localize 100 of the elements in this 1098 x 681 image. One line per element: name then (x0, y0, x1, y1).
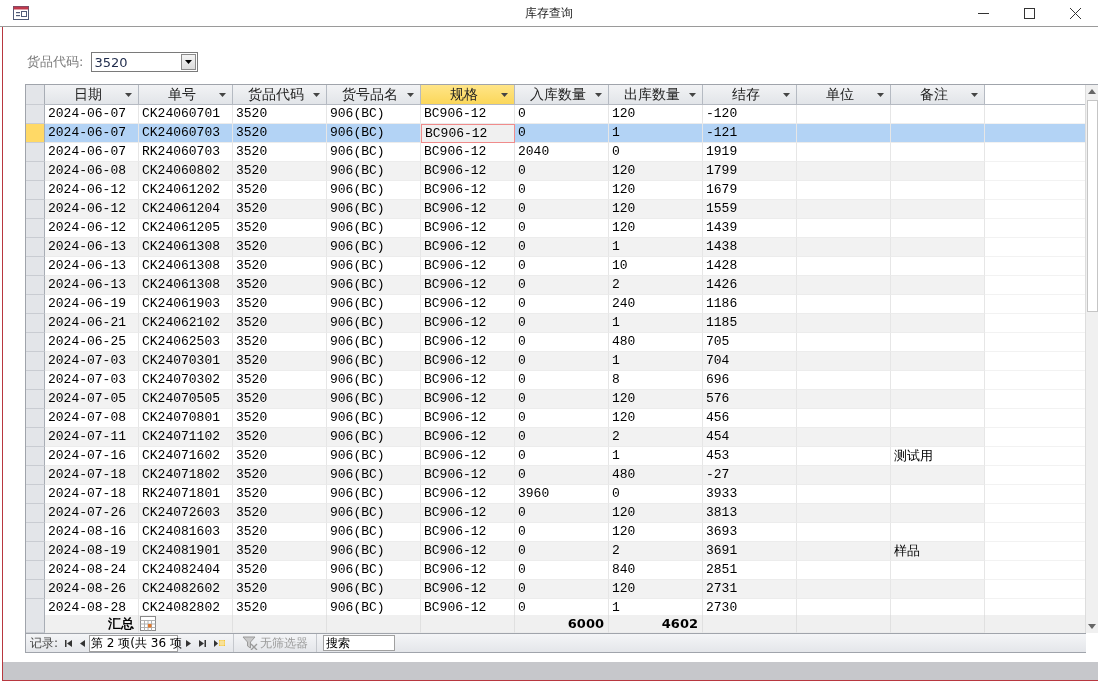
table-row[interactable]: 2024-06-12 CK24061204 3520 906(BC) BC906-12 0 120 1559 (26, 200, 1085, 219)
table-cell: CK24061204 (139, 200, 233, 219)
table-cell: 906(BC) (327, 276, 421, 295)
table-cell: 906(BC) (327, 504, 421, 523)
table-cell: 906(BC) (327, 162, 421, 181)
select-all-corner[interactable] (26, 85, 45, 105)
table-cell: BC906-12 (421, 428, 515, 447)
filter-arrow-icon[interactable] (125, 92, 132, 97)
table-cell: 0 (515, 162, 609, 181)
record-selector[interactable] (26, 200, 45, 219)
column-header[interactable]: 日期 (45, 85, 139, 105)
record-selector[interactable] (26, 162, 45, 181)
filter-arrow-icon[interactable] (313, 92, 320, 97)
table-cell: -27 (703, 466, 797, 485)
clear-filter-icon (242, 636, 259, 650)
totals-grid-icon[interactable] (140, 616, 156, 631)
table-cell: 704 (703, 352, 797, 371)
column-header[interactable]: 单位 (797, 85, 891, 105)
table-cell: 1426 (703, 276, 797, 295)
table-row[interactable]: 2024-07-11 CK24071102 3520 906(BC) BC906-12 0 2 454 (26, 428, 1085, 447)
first-record-icon (65, 639, 73, 647)
record-selector[interactable] (26, 504, 45, 523)
filter-arrow-icon[interactable] (501, 92, 508, 97)
filter-arrow-icon[interactable] (407, 92, 414, 97)
record-selector[interactable] (26, 561, 45, 580)
item-code-combobox[interactable]: 3520 (91, 52, 199, 72)
record-selector[interactable] (26, 333, 45, 352)
record-selector[interactable] (26, 124, 45, 143)
column-header[interactable]: 货品代码 (233, 85, 327, 105)
record-selector[interactable] (26, 371, 45, 390)
filter-arrow-icon[interactable] (219, 92, 226, 97)
scrollbar-thumb[interactable] (1086, 100, 1098, 312)
column-header[interactable]: 出库数量 (609, 85, 703, 105)
record-selector[interactable] (26, 599, 45, 615)
table-cell: 120 (609, 580, 703, 599)
table-cell: 1799 (703, 162, 797, 181)
next-record-icon (186, 639, 192, 647)
filter-arrow-icon[interactable] (877, 92, 884, 97)
record-selector[interactable] (26, 295, 45, 314)
table-cell: 1 (609, 352, 703, 371)
scroll-up-icon[interactable] (1088, 89, 1096, 94)
record-selector[interactable] (26, 447, 45, 466)
record-selector[interactable] (26, 428, 45, 447)
table-cell: CK24081901 (139, 542, 233, 561)
record-selector[interactable] (26, 105, 45, 124)
table-cell: 2024-07-03 (45, 352, 139, 371)
column-header[interactable]: 单号 (139, 85, 233, 105)
vertical-scrollbar[interactable] (1085, 85, 1098, 633)
table-cell: 576 (703, 390, 797, 409)
table-row[interactable]: 2024-07-18 CK24071802 3520 906(BC) BC906-12 0 480 -27 (26, 466, 1085, 485)
record-selector[interactable] (26, 542, 45, 561)
table-row[interactable]: 2024-06-13 CK24061308 3520 906(BC) BC906-12 0 2 1426 (26, 276, 1085, 295)
record-selector[interactable] (26, 409, 45, 428)
record-selector[interactable] (26, 143, 45, 162)
record-selector[interactable] (26, 390, 45, 409)
table-row[interactable]: 2024-07-03 CK24070301 3520 906(BC) BC906-12 0 1 704 (26, 352, 1085, 371)
table-cell: 3520 (233, 580, 327, 599)
window-title: 库存查询 (525, 6, 573, 20)
record-selector[interactable] (26, 219, 45, 238)
table-cell: BC906-12 (421, 390, 515, 409)
filter-arrow-icon[interactable] (689, 92, 696, 97)
table-cell: 2 (609, 276, 703, 295)
table-row[interactable]: 2024-07-26 CK24072603 3520 906(BC) BC906-12 0 120 3813 (26, 504, 1085, 523)
table-row[interactable]: 2024-07-05 CK24070505 3520 906(BC) BC906-12 0 120 576 (26, 390, 1085, 409)
table-cell: 2024-07-26 (45, 504, 139, 523)
table-row[interactable]: 2024-06-13 CK24061308 3520 906(BC) BC906-12 0 1 1438 (26, 238, 1085, 257)
record-selector[interactable] (26, 314, 45, 333)
scroll-down-icon[interactable] (1088, 624, 1096, 629)
table-cell: CK24061308 (139, 238, 233, 257)
column-header[interactable]: 入库数量 (515, 85, 609, 105)
record-selector[interactable] (26, 257, 45, 276)
table-cell: BC906-12 (421, 314, 515, 333)
filter-arrow-icon[interactable] (595, 92, 602, 97)
table-row[interactable]: 2024-06-21 CK24062102 3520 906(BC) BC906-12 0 1 1185 (26, 314, 1085, 333)
table-row[interactable]: 2024-08-19 CK24081901 3520 906(BC) BC906-12 0 2 3691 样品 (26, 542, 1085, 561)
table-cell: 0 (515, 124, 609, 143)
table-cell: 3520 (233, 314, 327, 333)
table-row[interactable]: 2024-08-26 CK24082602 3520 906(BC) BC906-12 0 120 2731 (26, 580, 1085, 599)
record-selector[interactable] (26, 466, 45, 485)
dropdown-arrow-icon[interactable] (185, 60, 193, 64)
filter-arrow-icon[interactable] (783, 92, 790, 97)
record-selector[interactable] (26, 485, 45, 504)
close-icon (1069, 7, 1081, 19)
record-selector[interactable] (26, 352, 45, 371)
table-cell: 906(BC) (327, 542, 421, 561)
table-cell: 0 (515, 428, 609, 447)
filter-arrow-icon[interactable] (971, 92, 978, 97)
column-header[interactable]: 结存 (703, 85, 797, 105)
record-selector[interactable] (26, 276, 45, 295)
table-cell: 3520 (233, 504, 327, 523)
table-row[interactable]: 2024-06-07 CK24060703 3520 906(BC) BC906-12 0 1 -121 (26, 124, 1085, 143)
column-header[interactable]: 规格 (421, 85, 515, 105)
record-selector[interactable] (26, 181, 45, 200)
record-selector[interactable] (26, 523, 45, 542)
search-field[interactable]: 搜索 (323, 635, 396, 651)
table-cell: 1185 (703, 314, 797, 333)
table-cell: 906(BC) (327, 580, 421, 599)
table-row[interactable]: 2024-06-08 CK24060802 3520 906(BC) BC906-12 0 120 1799 (26, 162, 1085, 181)
record-selector[interactable] (26, 238, 45, 257)
record-selector[interactable] (26, 580, 45, 599)
